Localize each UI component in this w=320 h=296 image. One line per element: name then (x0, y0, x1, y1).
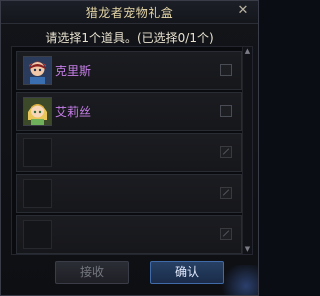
list-scrollbar[interactable]: ▲ ▼ (242, 47, 252, 254)
character-avatar-icon (23, 56, 52, 85)
empty-slot-icon (23, 138, 52, 167)
select-checkbox[interactable] (220, 105, 232, 117)
disabled-checkbox (220, 228, 232, 240)
close-icon[interactable]: ✕ (236, 4, 250, 18)
select-checkbox[interactable] (220, 64, 232, 76)
empty-slot-icon (23, 179, 52, 208)
disabled-checkbox (220, 146, 232, 158)
dialog-titlebar[interactable]: 猎龙者宠物礼盒 ✕ (1, 1, 258, 24)
item-list: 克里斯 艾莉丝 ▲ ▼ (11, 46, 253, 255)
selection-prompt: 请选择1个道具。(已选择0/1个) (45, 31, 214, 45)
dialog-title: 猎龙者宠物礼盒 (85, 6, 174, 20)
list-item (16, 215, 242, 254)
scroll-up-icon[interactable]: ▲ (243, 47, 252, 56)
list-item (16, 174, 242, 213)
empty-slot-icon (23, 220, 52, 249)
list-item (16, 133, 242, 172)
item-name: 艾莉丝 (55, 105, 92, 119)
disabled-checkbox (220, 187, 232, 199)
list-item[interactable]: 克里斯 (16, 51, 242, 90)
confirm-button[interactable]: 确认 (150, 261, 224, 284)
item-name: 克里斯 (55, 64, 92, 78)
character-avatar-icon (23, 97, 52, 126)
list-item[interactable]: 艾莉丝 (16, 92, 242, 131)
pet-gift-box-dialog: 猎龙者宠物礼盒 ✕ 请选择1个道具。(已选择0/1个) 克里斯 艾莉丝 ▲ ▼ … (0, 0, 259, 296)
receive-button[interactable]: 接收 (55, 261, 129, 284)
background-art (218, 265, 258, 295)
scroll-down-icon[interactable]: ▼ (243, 245, 252, 254)
